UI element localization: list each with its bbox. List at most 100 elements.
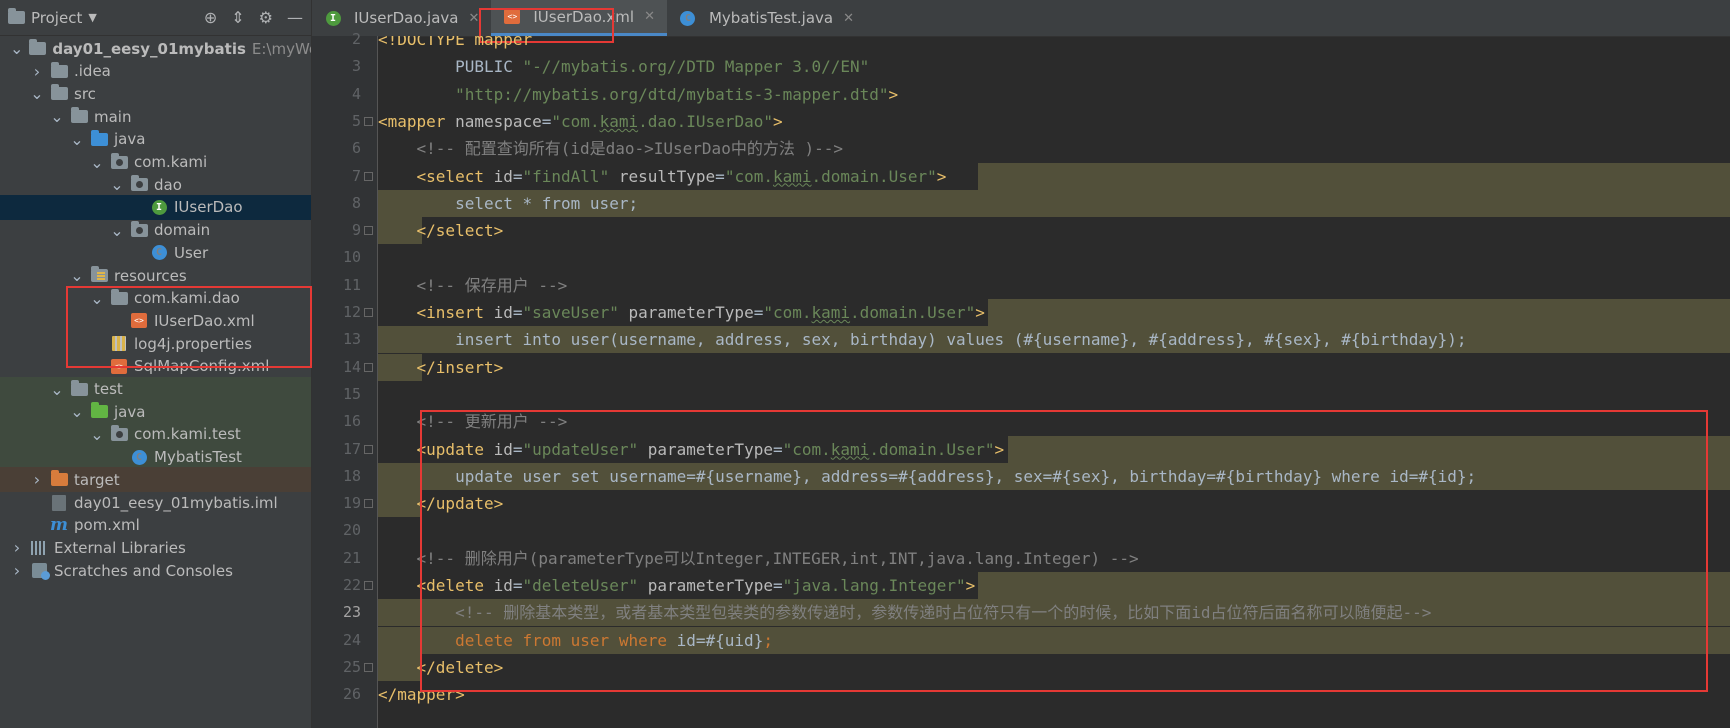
tree-item-label: java <box>114 402 146 421</box>
fold-marker-icon[interactable] <box>364 444 373 454</box>
tree-item[interactable]: ⌄ com.kami.dao <box>0 286 311 311</box>
fold-marker-icon[interactable] <box>364 171 373 181</box>
chevron-down-icon[interactable]: ⌄ <box>70 402 84 421</box>
code-line: select * from user; <box>455 193 639 213</box>
chevron-right-icon[interactable]: › <box>30 62 44 81</box>
code-line: insert into user(username, address, sex,… <box>455 330 1467 350</box>
tree-item[interactable]: ⌄ java <box>0 399 311 425</box>
fold-marker-icon[interactable] <box>364 116 373 126</box>
line-number: 4 <box>351 84 361 103</box>
line-number: 14 <box>342 357 361 376</box>
collapse-all-icon[interactable]: ⇕ <box>231 8 244 27</box>
scratches-icon <box>30 563 50 581</box>
line-number: 10 <box>342 248 361 267</box>
chevron-down-icon[interactable]: ⌄ <box>110 175 124 194</box>
tree-item-label: test <box>94 380 123 398</box>
tree-item[interactable]: <> SqlMapConfig.xml <box>0 354 311 379</box>
xml-file-icon: <> <box>130 313 148 329</box>
line-number: 20 <box>342 521 361 540</box>
chevron-down-icon[interactable]: ⌄ <box>50 107 64 126</box>
tree-item-label: IUserDao <box>174 198 243 217</box>
code-line: <!-- 删除用户(parameterType可以Integer,INTEGER… <box>416 548 1139 568</box>
project-panel-title: Project <box>31 8 83 27</box>
tree-item[interactable]: ⌄ day01_eesy_01mybatis E:\myWork <box>0 36 311 61</box>
tree-item[interactable]: › External Libraries <box>0 535 311 560</box>
tree-item[interactable]: › .idea <box>0 59 311 84</box>
tree-item[interactable]: › target <box>0 467 311 493</box>
tree-item[interactable]: m pom.xml <box>0 513 311 538</box>
fold-marker-icon[interactable] <box>364 499 373 509</box>
tree-item-label: log4j.properties <box>134 334 252 353</box>
fold-marker-icon[interactable] <box>364 662 373 672</box>
chevron-right-icon[interactable]: › <box>10 538 24 557</box>
tree-item[interactable]: C User <box>0 240 311 265</box>
line-number: 26 <box>342 685 361 704</box>
folder-icon <box>70 107 88 125</box>
project-view-selector[interactable]: Project ▼ <box>8 8 97 27</box>
tree-item[interactable]: ⌄ resources <box>0 263 311 288</box>
chevron-down-icon[interactable]: ⌄ <box>90 289 104 308</box>
resources-folder-icon <box>90 266 108 284</box>
line-number: 24 <box>342 630 361 649</box>
tree-item-label: target <box>74 470 120 489</box>
code-line: <update id="updateUser" parameterType="c… <box>416 439 1005 459</box>
chevron-right-icon[interactable]: › <box>30 470 44 489</box>
tree-item[interactable]: ⌄ test <box>0 376 311 402</box>
source-folder-icon <box>90 129 108 147</box>
close-icon[interactable]: ✕ <box>644 9 655 24</box>
tree-item[interactable]: <> IUserDao.xml <box>0 308 311 333</box>
tree-item[interactable]: ⌄ com.kami <box>0 150 311 175</box>
tree-item[interactable]: ⌄ domain <box>0 218 311 243</box>
line-number: 11 <box>342 275 361 294</box>
line-number: 23 <box>342 603 361 622</box>
chevron-down-icon[interactable]: ⌄ <box>70 266 84 285</box>
tree-item[interactable]: › Scratches and Consoles <box>0 558 311 583</box>
line-number: 12 <box>342 303 361 321</box>
test-folder-icon <box>90 402 108 420</box>
maven-file-icon: m <box>50 515 68 536</box>
chevron-down-icon[interactable]: ⌄ <box>90 153 104 172</box>
tree-item[interactable]: ⌄ java <box>0 127 311 152</box>
chevron-down-icon[interactable]: ⌄ <box>90 425 104 444</box>
code-line: <mapper namespace="com.kami.dao.IUserDao… <box>378 111 783 131</box>
line-number: 22 <box>342 576 361 594</box>
fold-marker-icon[interactable] <box>364 581 373 590</box>
tree-item[interactable]: I IUserDao <box>0 194 311 220</box>
tree-item[interactable]: C MybatisTest <box>0 444 311 470</box>
tree-item-label: domain <box>154 221 211 240</box>
chevron-down-icon[interactable]: ⌄ <box>10 39 23 58</box>
editor-tab-bar: I IUserDao.java ✕ <> IUserDao.xml ✕ C MybatisTe… <box>312 0 1730 37</box>
code-editor[interactable]: <!DOCTYPE mapper PUBLIC "-//mybatis.org/… <box>378 36 1730 728</box>
gear-icon[interactable]: ⚙ <box>259 8 273 27</box>
interface-icon: I <box>150 199 168 215</box>
code-line: <!-- 更新用户 --> <box>416 412 568 432</box>
minimize-icon[interactable]: — <box>287 8 303 27</box>
locate-icon[interactable]: ⊕ <box>204 8 217 27</box>
tree-item[interactable]: ⌄ main <box>0 104 311 129</box>
close-icon[interactable]: ✕ <box>468 11 479 26</box>
tree-item[interactable]: ⌄ com.kami.test <box>0 421 311 447</box>
code-line: <!-- 保存用户 --> <box>416 275 568 295</box>
chevron-down-icon[interactable]: ⌄ <box>50 380 64 399</box>
fold-marker-icon[interactable] <box>364 226 373 236</box>
tree-item[interactable]: day01_eesy_01mybatis.iml <box>0 490 311 515</box>
editor-tab[interactable]: C MybatisTest.java ✕ <box>667 0 866 36</box>
chevron-down-icon[interactable]: ⌄ <box>110 221 124 240</box>
close-icon[interactable]: ✕ <box>843 11 854 26</box>
code-line: update user set username=#{username}, ad… <box>455 466 1477 486</box>
fold-marker-icon[interactable] <box>364 362 373 372</box>
code-line: <delete id="deleteUser" parameterType="j… <box>416 576 976 595</box>
package-icon <box>130 175 148 193</box>
code-line: delete from user where id=#{uid}; <box>455 630 773 650</box>
editor-tab[interactable]: <> IUserDao.xml ✕ <box>491 0 667 36</box>
fold-marker-icon[interactable] <box>364 308 373 317</box>
chevron-down-icon[interactable]: ⌄ <box>30 84 44 103</box>
line-highlight <box>978 162 1730 190</box>
tree-item[interactable]: ⌄ dao <box>0 172 311 197</box>
chevron-right-icon[interactable]: › <box>10 561 24 580</box>
chevron-down-icon[interactable]: ⌄ <box>70 130 84 149</box>
tree-item[interactable]: ⌄ src <box>0 81 311 106</box>
tree-item[interactable]: log4j.properties <box>0 331 311 356</box>
line-number: 17 <box>342 439 361 458</box>
code-line: <select id="findAll" resultType="com.kam… <box>416 166 947 186</box>
